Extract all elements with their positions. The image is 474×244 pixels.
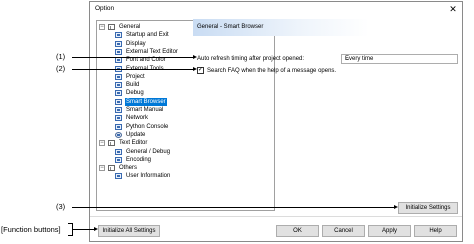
callout-3: (3) [56,202,66,211]
initialize-settings-button[interactable]: Initialize Settings [398,202,458,214]
cancel-button[interactable]: Cancel [322,225,365,237]
category-folder-icon [108,165,115,172]
window-title: Option [95,5,115,12]
category-folder-icon [108,24,115,30]
chevron-down-icon: ⌄ [345,56,351,62]
leader-line-function-buttons [73,229,95,230]
callout-2: (2) [56,64,66,73]
leader-arrow-2 [193,67,197,71]
footer-divider [90,216,462,217]
collapse-icon[interactable]: − [99,165,105,172]
auto-refresh-select[interactable]: Every time ⌄ [341,54,458,64]
leader-line-1 [72,57,194,58]
tree-item-label: Python Console [126,123,169,130]
tree-item-label: Encoding [126,156,152,163]
page-icon [115,90,122,97]
search-faq-label: Search FAQ when the help of a message op… [207,68,337,74]
page-icon [115,123,122,130]
page-icon [115,173,122,180]
page-icon [115,40,122,47]
tree-item-label: Debug [126,90,144,97]
callout-1: (1) [56,52,66,61]
tree-item-label: Others [119,165,138,172]
page-icon [115,148,122,155]
tree-item-label: Update [126,131,146,138]
page-icon [115,73,122,80]
page-icon [115,57,122,64]
tree-item-label: Display [126,40,146,47]
search-faq-checkbox[interactable]: ✓ [197,67,204,74]
category-folder-icon [108,140,115,147]
close-icon[interactable]: ✕ [447,3,459,15]
tree-item-label: Smart Manual [126,107,164,113]
auto-refresh-label: Auto refresh timing after project opened… [197,56,305,62]
apply-button[interactable]: Apply [368,225,411,237]
title-bar: Option ✕ [90,2,462,16]
initialize-all-settings-button[interactable]: Initialize All Settings [98,225,160,237]
page-icon [115,32,122,39]
leader-line-3 [72,207,396,208]
collapse-icon[interactable]: − [99,24,105,30]
page-icon [115,115,122,122]
tree-item-label: Build [126,82,140,89]
panel-header-title: General - Smart Browser [197,24,264,30]
collapse-icon[interactable]: − [99,140,105,147]
page-icon [115,98,122,105]
page-icon [115,48,122,55]
leader-line-2 [72,69,194,70]
panel-header: General - Smart Browser [193,19,369,36]
tree-item-label: User Information [126,173,171,180]
option-dialog: Option ✕ − General Startup and Exit Display… [89,1,463,242]
tree-item-label: External Text Editor [126,48,178,55]
leader-arrow-1 [193,55,197,59]
page-icon [115,156,122,163]
tree-item-label: General / Debug [126,148,171,155]
leader-arrow-function-buttons [94,227,98,231]
page-icon [115,107,122,113]
ok-button[interactable]: OK [276,225,319,237]
callout-function-buttons: [Function buttons] [1,225,61,234]
leader-arrow-3 [394,205,398,209]
tree-item-label: Text Editor [119,140,148,147]
tree-item-label: Startup and Exit [126,32,169,39]
tree-item-label: General [119,24,141,30]
tree-item-label: Smart Browser [125,97,167,106]
update-gear-icon [115,131,122,138]
help-button[interactable]: Help [414,225,457,237]
tree-item-label: Network [126,115,149,122]
page-icon [115,82,122,89]
category-tree[interactable]: − General Startup and Exit Display External … [96,20,275,211]
tree-item-label: Project [126,73,145,80]
